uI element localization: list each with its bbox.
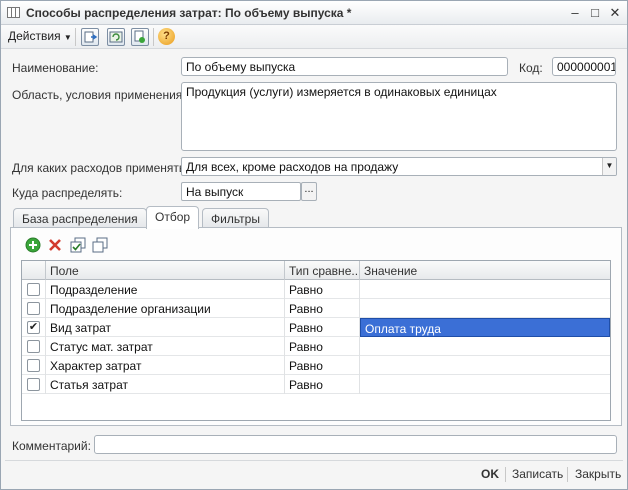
- comparison-cell: Равно: [285, 280, 360, 299]
- check-all-icon[interactable]: [70, 237, 86, 253]
- tab-label: Фильтры: [211, 212, 260, 226]
- selection-table[interactable]: Поле Тип сравне... Значение Подразделени…: [21, 260, 611, 421]
- comment-label: Комментарий:: [12, 439, 91, 453]
- tab-label: Отбор: [155, 210, 191, 224]
- close-button[interactable]: Закрыть: [575, 467, 621, 481]
- chevron-down-icon[interactable]: ▼: [602, 158, 616, 175]
- window-title: Способы распределения затрат: По объему …: [26, 6, 352, 20]
- select-button[interactable]: ...: [301, 182, 317, 201]
- field-cell: Подразделение организации: [46, 299, 285, 318]
- checkbox[interactable]: [27, 359, 40, 372]
- tab-label: База распределения: [22, 212, 138, 226]
- tab-filters[interactable]: Фильтры: [202, 208, 269, 228]
- window: Способы распределения затрат: По объему …: [0, 0, 628, 490]
- table-row[interactable]: ✔ Вид затрат Равно Оплата труда: [22, 318, 610, 337]
- comparison-cell: Равно: [285, 356, 360, 375]
- table-icon: [7, 7, 20, 18]
- actions-label: Действия: [8, 29, 61, 43]
- refresh-icon[interactable]: [107, 28, 125, 46]
- footer-separator: [505, 467, 506, 482]
- help-icon[interactable]: ?: [158, 28, 175, 45]
- expenses-label: Для каких расходов применять:: [12, 161, 189, 175]
- name-field[interactable]: По объему выпуска: [181, 57, 508, 76]
- distribute-field[interactable]: На выпуск: [181, 182, 301, 201]
- tab-panel: Поле Тип сравне... Значение Подразделени…: [10, 227, 622, 426]
- footer-separator: [567, 467, 568, 482]
- field-cell: Вид затрат: [46, 318, 285, 337]
- code-field[interactable]: 000000001: [552, 57, 616, 76]
- row-check-cell: ✔: [22, 318, 46, 337]
- value-cell[interactable]: [360, 299, 610, 318]
- expenses-value: Для всех, кроме расходов на продажу: [186, 160, 399, 174]
- scope-label: Область, условия применения:: [12, 88, 186, 102]
- value-cell-selected[interactable]: Оплата труда: [360, 318, 610, 337]
- checkbox[interactable]: [27, 302, 40, 315]
- title-bar: Способы распределения затрат: По объему …: [1, 1, 627, 25]
- table-row[interactable]: Статья затрат Равно: [22, 375, 610, 394]
- code-label: Код:: [519, 61, 543, 75]
- checkbox-checked[interactable]: ✔: [27, 321, 40, 334]
- header-comparison[interactable]: Тип сравне...: [285, 261, 360, 280]
- value-cell[interactable]: [360, 337, 610, 356]
- header-check: [22, 261, 46, 280]
- table-row[interactable]: Подразделение Равно: [22, 280, 610, 299]
- toolbar-separator: [153, 28, 154, 46]
- header-value[interactable]: Значение: [360, 261, 610, 280]
- distribute-label: Куда распределять:: [12, 186, 123, 200]
- footer-divider: [5, 460, 623, 461]
- row-check-cell: [22, 280, 46, 299]
- tab-base[interactable]: База распределения: [13, 208, 147, 228]
- field-cell: Подразделение: [46, 280, 285, 299]
- ok-button[interactable]: OK: [481, 467, 499, 481]
- comment-field[interactable]: [94, 435, 617, 454]
- actions-menu[interactable]: Действия ▼: [8, 29, 72, 43]
- expenses-select[interactable]: Для всех, кроме расходов на продажу ▼: [181, 157, 617, 176]
- tab-selection[interactable]: Отбор: [146, 206, 200, 229]
- comparison-cell: Равно: [285, 299, 360, 318]
- row-check-cell: [22, 375, 46, 394]
- comparison-cell: Равно: [285, 337, 360, 356]
- comparison-cell: Равно: [285, 318, 360, 337]
- row-check-cell: [22, 299, 46, 318]
- table-row[interactable]: Характер затрат Равно: [22, 356, 610, 375]
- copy-icon[interactable]: [131, 28, 149, 46]
- name-label: Наименование:: [12, 61, 99, 75]
- field-cell: Статья затрат: [46, 375, 285, 394]
- value-cell[interactable]: [360, 375, 610, 394]
- toolbar: Действия ▼ ?: [1, 25, 627, 49]
- add-icon[interactable]: [25, 237, 41, 253]
- toolbar-separator: [75, 28, 76, 46]
- uncheck-all-icon[interactable]: [92, 237, 108, 253]
- row-check-cell: [22, 337, 46, 356]
- value-cell[interactable]: [360, 356, 610, 375]
- table-row[interactable]: Статус мат. затрат Равно: [22, 337, 610, 356]
- field-cell: Статус мат. затрат: [46, 337, 285, 356]
- row-check-cell: [22, 356, 46, 375]
- close-icon[interactable]: ✕: [607, 5, 623, 21]
- field-cell: Характер затрат: [46, 356, 285, 375]
- minimize-icon[interactable]: –: [567, 5, 583, 21]
- maximize-icon[interactable]: □: [587, 5, 603, 21]
- checkbox[interactable]: [27, 340, 40, 353]
- checkbox[interactable]: [27, 378, 40, 391]
- header-field[interactable]: Поле: [46, 261, 285, 280]
- delete-icon[interactable]: [47, 237, 63, 253]
- dropdown-arrow-icon: ▼: [63, 33, 72, 42]
- save-and-close-icon[interactable]: [81, 28, 99, 46]
- value-cell[interactable]: [360, 280, 610, 299]
- comparison-cell: Равно: [285, 375, 360, 394]
- save-button[interactable]: Записать: [512, 467, 563, 481]
- table-row[interactable]: Подразделение организации Равно: [22, 299, 610, 318]
- scope-textarea[interactable]: Продукция (услуги) измеряется в одинаков…: [181, 82, 617, 151]
- checkbox[interactable]: [27, 283, 40, 296]
- table-header: Поле Тип сравне... Значение: [22, 261, 610, 280]
